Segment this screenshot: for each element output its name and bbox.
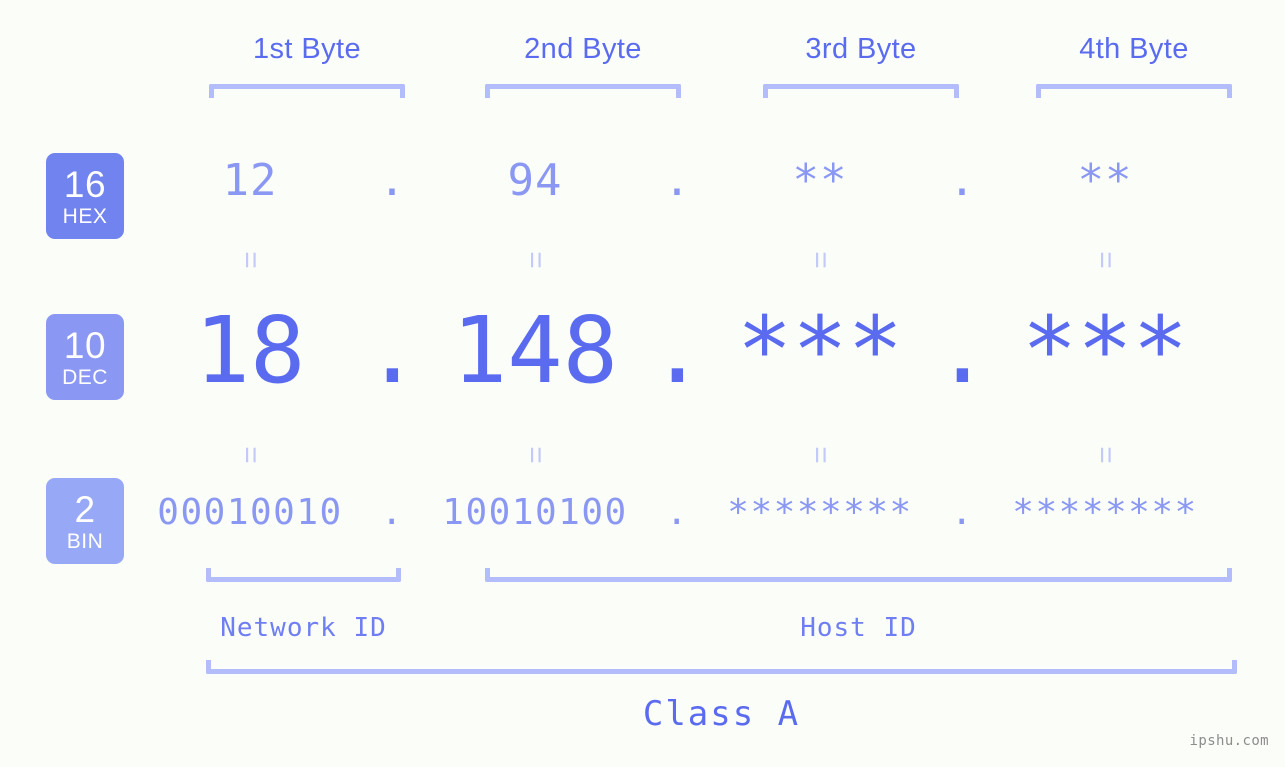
base-badge-bin: 2 BIN [46,478,124,564]
hex-separator-1: . [378,155,407,206]
watermark: ipshu.com [1189,733,1269,749]
byte-header-1: 1st Byte [253,33,361,65]
network-id-label: Network ID [220,613,387,643]
equals-row-dec-bin: = = = = [150,440,1260,470]
equals-gap [635,440,720,470]
bin-byte-3: ******** [727,492,913,533]
byte-bracket-1 [209,84,405,98]
equals-gap [350,245,435,275]
base-badge-hex-name: HEX [62,204,108,228]
network-id-bracket [206,568,401,582]
base-badge-dec-number: 10 [63,324,107,366]
bin-byte-2: 10010100 [442,492,628,533]
byte-header-4: 4th Byte [1079,33,1189,65]
base-badge-bin-number: 2 [74,488,96,530]
equals-row-hex-dec: = = = = [150,245,1260,275]
bin-byte-1: 00010010 [157,492,343,533]
ip-address-breakdown-diagram: 1st Byte 2nd Byte 3rd Byte 4th Byte 16 H… [0,0,1285,767]
base-badge-dec-name: DEC [62,365,108,389]
class-bracket [206,660,1237,674]
class-label: Class A [642,694,801,734]
hex-separator-2: . [663,155,692,206]
equals-gap [635,245,720,275]
bin-separator-1: . [380,492,405,533]
base-badge-hex-number: 16 [63,163,107,205]
byte-bracket-3 [763,84,959,98]
byte-bracket-4 [1036,84,1232,98]
host-id-bracket [485,568,1232,582]
bin-byte-4: ******** [1012,492,1198,533]
byte-bracket-2 [485,84,681,98]
bin-separator-2: . [665,492,690,533]
byte-header-2: 2nd Byte [524,33,642,65]
dec-separator-3: . [934,297,991,404]
base-badge-bin-name: BIN [66,529,104,553]
equals-gap [920,245,1005,275]
base-badge-dec: 10 DEC [46,314,124,400]
bin-separator-3: . [950,492,975,533]
host-id-label: Host ID [800,613,917,643]
dec-separator-2: . [649,297,706,404]
byte-header-3: 3rd Byte [805,33,917,65]
dec-separator-1: . [364,297,421,404]
bin-value-row: 00010010 . 10010100 . ******** . *******… [150,492,1260,533]
base-badge-hex: 16 HEX [46,153,124,239]
hex-separator-3: . [948,155,977,206]
equals-gap [350,440,435,470]
equals-gap [920,440,1005,470]
